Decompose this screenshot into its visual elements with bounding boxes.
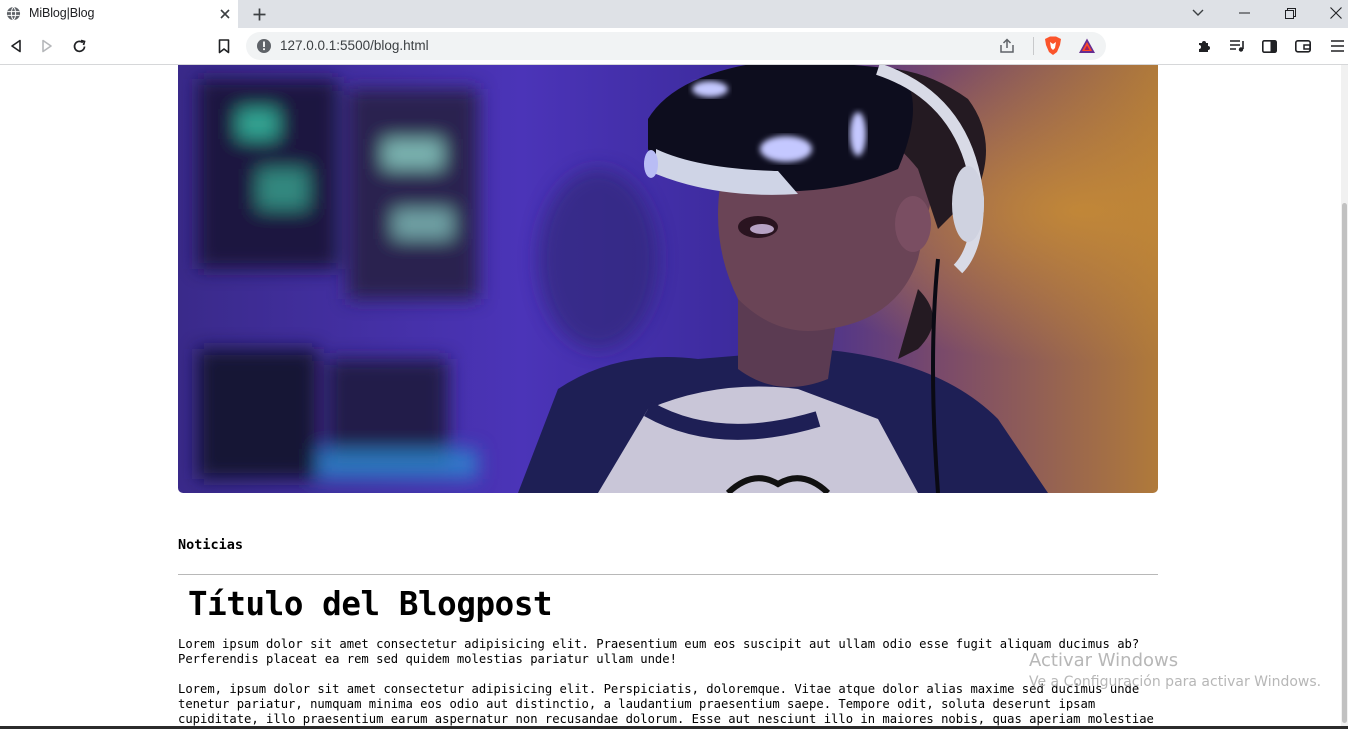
tab-title: MiBlog|Blog [29, 6, 95, 20]
close-icon [1330, 7, 1342, 19]
back-button[interactable] [4, 34, 28, 58]
tab-close-button[interactable] [216, 5, 234, 23]
browser-toolbar: 127.0.0.1:5500/blog.html [0, 28, 1348, 65]
page-scrollbar[interactable] [1341, 65, 1348, 729]
close-window-button[interactable] [1313, 0, 1348, 26]
tab-search-button[interactable] [1175, 0, 1221, 26]
divider [178, 574, 1158, 575]
plus-icon [253, 8, 265, 20]
restore-icon [1284, 7, 1296, 19]
watermark-title: Activar Windows [1029, 650, 1179, 671]
back-icon [11, 39, 21, 53]
forward-button[interactable] [35, 34, 59, 58]
globe-icon [6, 6, 21, 21]
close-icon [220, 9, 230, 19]
wallet-button[interactable] [1291, 34, 1315, 58]
minimize-button[interactable] [1221, 0, 1267, 26]
address-bar[interactable]: 127.0.0.1:5500/blog.html [246, 32, 1106, 60]
hero-image [178, 65, 1158, 493]
reload-button[interactable] [67, 34, 91, 58]
info-icon[interactable] [256, 38, 272, 54]
sidebar-button[interactable] [1257, 34, 1281, 58]
chevron-down-icon [1192, 9, 1204, 16]
hamburger-icon [1330, 40, 1344, 52]
post-paragraph-2: Lorem, ipsum dolor sit amet consectetur … [178, 682, 1154, 729]
bookmark-icon [218, 38, 230, 53]
minimize-icon [1238, 12, 1250, 14]
omnibox-separator [1033, 37, 1034, 55]
bookmark-button[interactable] [212, 34, 236, 58]
extensions-button[interactable] [1193, 34, 1217, 58]
wallet-icon [1295, 39, 1311, 53]
post-paragraph-1: Lorem ipsum dolor sit amet consectetur a… [178, 637, 1140, 666]
browser-tab[interactable]: MiBlog|Blog [0, 0, 238, 28]
brave-rewards-icon[interactable] [1078, 37, 1096, 55]
forward-icon [42, 39, 52, 53]
playlist-button[interactable] [1225, 34, 1249, 58]
sidebar-icon [1261, 39, 1277, 53]
reload-icon [73, 39, 86, 52]
new-tab-button[interactable] [248, 3, 270, 25]
share-icon[interactable] [998, 37, 1016, 55]
brave-shields-icon[interactable] [1044, 36, 1062, 56]
watermark-subtitle: Ve a Configuración para activar Windows. [1029, 674, 1322, 690]
url-text[interactable]: 127.0.0.1:5500/blog.html [280, 38, 429, 53]
post-title: Título del Blogpost [188, 585, 553, 623]
page-viewport: Noticias Título del Blogpost Lorem ipsum… [0, 65, 1341, 729]
tab-strip: MiBlog|Blog [0, 0, 1348, 28]
post-category: Noticias [178, 537, 244, 553]
menu-button[interactable] [1325, 34, 1348, 58]
scrollbar-thumb[interactable] [1342, 203, 1347, 723]
restore-button[interactable] [1267, 0, 1313, 26]
playlist-icon [1229, 40, 1244, 52]
puzzle-icon [1199, 41, 1210, 52]
